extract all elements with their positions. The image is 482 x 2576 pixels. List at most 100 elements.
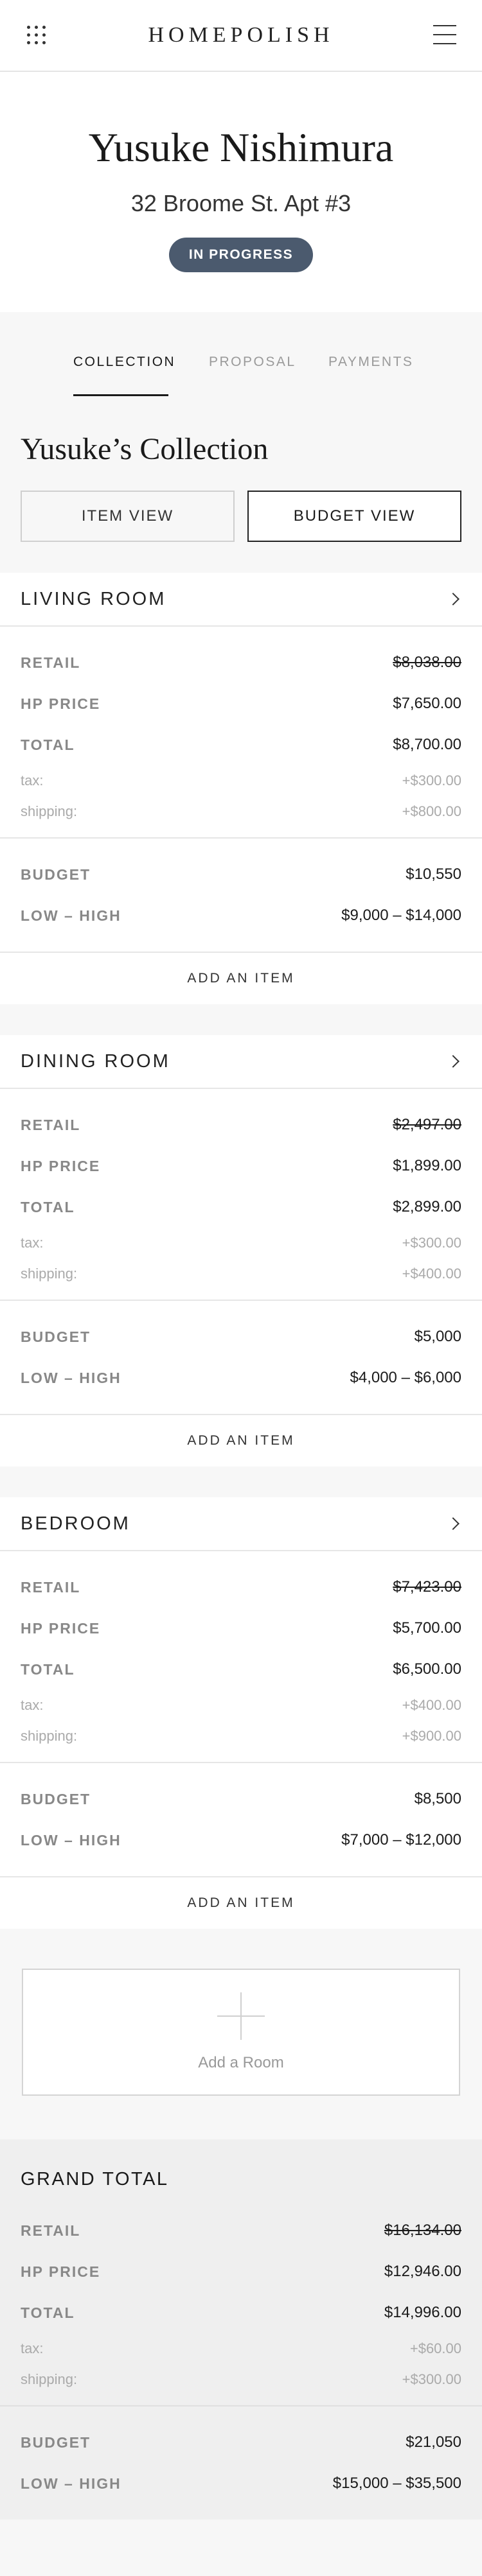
item-view-button[interactable]: ITEM VIEW [21,491,235,542]
room-name: LIVING ROOM [21,588,166,609]
tab-collection[interactable]: COLLECTION [73,354,175,370]
total-value: $2,899.00 [393,1198,461,1215]
chevron-right-icon[interactable] [447,593,460,605]
room-header[interactable]: DINING ROOM [0,1035,482,1089]
low-high-label: LOW – HIGH [21,1831,121,1849]
room-budget-summary: BUDGET $5,000 LOW – HIGH $4,000 – $6,000 [0,1301,482,1415]
project-address: 32 Broome St. Apt #3 [130,190,352,216]
status-badge: IN PROGRESS [168,238,314,272]
tax-label: tax: [21,1697,44,1713]
tab-payments[interactable]: PAYMENTS [328,354,413,370]
low-high-value: $9,000 – $14,000 [341,907,461,924]
shipping-label: shipping: [21,2371,78,2387]
budget-value: $10,550 [406,866,461,883]
room-price-summary: RETAIL $7,423.00 HP PRICE $5,700.00 TOTAL $… [0,1551,482,1763]
grand-total-title: GRAND TOTAL [21,2169,169,2189]
tax-value: +$300.00 [402,1235,461,1251]
room-header[interactable]: LIVING ROOM [0,573,482,627]
plus-icon [217,1992,265,2040]
low-high-value: $15,000 – $35,500 [332,2475,461,2492]
tax-label: tax: [21,1235,44,1251]
tax-label: tax: [21,2340,44,2356]
total-value: $8,700.00 [393,736,461,753]
low-high-value: $4,000 – $6,000 [350,1369,462,1386]
project-tabs: COLLECTION PROPOSAL PAYMENTS [0,312,482,397]
total-value: $6,500.00 [393,1660,461,1678]
low-high-label: LOW – HIGH [21,1369,121,1386]
budget-value: $5,000 [414,1328,461,1345]
hp-price-value: $12,946.00 [384,2263,461,2280]
budget-label: BUDGET [21,2433,91,2451]
hamburger-menu-icon[interactable] [433,25,456,44]
chevron-right-icon[interactable] [447,1055,460,1068]
retail-label: RETAIL [21,2222,81,2239]
retail-value: $2,497.00 [393,1116,461,1133]
shipping-label: shipping: [21,803,78,819]
project-header: Yusuke Nishimura 32 Broome St. Apt #3 IN… [0,72,482,312]
room-card-living-room: LIVING ROOM RETAIL $8,038.00 HP PRICE $7,6… [0,573,482,1004]
collection-title: Yusuke’s Collection [21,432,269,466]
client-name: Yusuke Nishimura [88,125,394,170]
room-name: BEDROOM [21,1513,130,1534]
total-label: TOTAL [21,736,75,753]
hp-price-label: HP PRICE [21,695,101,712]
grand-total-budget-summary: BUDGET $21,050 LOW – HIGH $15,000 – $35,50… [0,2406,482,2519]
retail-label: RETAIL [21,1578,81,1596]
add-item-button[interactable]: ADD AN ITEM [0,1415,482,1466]
low-high-label: LOW – HIGH [21,907,121,924]
budget-value: $8,500 [414,1790,461,1807]
shipping-label: shipping: [21,1728,78,1744]
low-high-label: LOW – HIGH [21,2475,121,2492]
add-item-button[interactable]: ADD AN ITEM [0,953,482,1004]
retail-label: RETAIL [21,1116,81,1133]
room-header[interactable]: BEDROOM [0,1497,482,1551]
room-budget-summary: BUDGET $10,550 LOW – HIGH $9,000 – $14,000 [0,839,482,953]
add-room-label: Add a Room [198,2054,284,2071]
retail-value: $16,134.00 [384,2222,461,2239]
tax-value: +$300.00 [402,772,461,788]
hp-price-label: HP PRICE [21,2263,101,2280]
total-label: TOTAL [21,1198,75,1215]
hp-price-label: HP PRICE [21,1619,101,1637]
shipping-value: +$900.00 [402,1728,461,1744]
shipping-label: shipping: [21,1266,78,1282]
brand-logo[interactable]: HOMEPOLISH [148,23,334,48]
tax-value: +$60.00 [409,2340,461,2356]
budget-view-button[interactable]: BUDGET VIEW [247,491,461,542]
total-label: TOTAL [21,1660,75,1678]
total-value: $14,996.00 [384,2304,461,2321]
hp-price-value: $5,700.00 [393,1619,461,1637]
add-room-button[interactable]: Add a Room [22,1969,460,2096]
active-tab-indicator [73,394,168,396]
retail-label: RETAIL [21,654,81,671]
budget-label: BUDGET [21,1790,91,1807]
low-high-value: $7,000 – $12,000 [341,1831,461,1849]
room-card-dining-room: DINING ROOM RETAIL $2,497.00 HP PRICE $1,8… [0,1035,482,1466]
hp-price-value: $1,899.00 [393,1157,461,1174]
room-name: DINING ROOM [21,1050,170,1072]
app-grid-icon[interactable] [27,26,46,45]
retail-value: $8,038.00 [393,654,461,671]
shipping-value: +$800.00 [402,803,461,819]
chevron-right-icon[interactable] [447,1517,460,1530]
top-nav-bar: HOMEPOLISH [0,0,482,72]
view-toggle: ITEM VIEW BUDGET VIEW [0,491,482,542]
tab-proposal[interactable]: PROPOSAL [209,354,296,370]
add-item-button[interactable]: ADD AN ITEM [0,1877,482,1929]
shipping-value: +$400.00 [402,1266,461,1282]
room-price-summary: RETAIL $2,497.00 HP PRICE $1,899.00 TOTAL $… [0,1089,482,1301]
budget-value: $21,050 [406,2433,461,2451]
retail-value: $7,423.00 [393,1578,461,1596]
add-room-section: Add a Room [0,1929,482,2139]
room-price-summary: RETAIL $8,038.00 HP PRICE $7,650.00 TOTAL $… [0,627,482,839]
tax-label: tax: [21,772,44,788]
grand-total-section: GRAND TOTAL RETAIL $16,134.00 HP PRICE $12… [0,2139,482,2519]
shipping-value: +$300.00 [402,2371,461,2387]
total-label: TOTAL [21,2304,75,2321]
room-budget-summary: BUDGET $8,500 LOW – HIGH $7,000 – $12,000 [0,1763,482,1877]
tax-value: +$400.00 [402,1697,461,1713]
budget-label: BUDGET [21,1328,91,1345]
budget-label: BUDGET [21,866,91,883]
hp-price-value: $7,650.00 [393,695,461,712]
grand-total-price-summary: RETAIL $16,134.00 HP PRICE $12,946.00 TOTA… [0,2196,482,2406]
